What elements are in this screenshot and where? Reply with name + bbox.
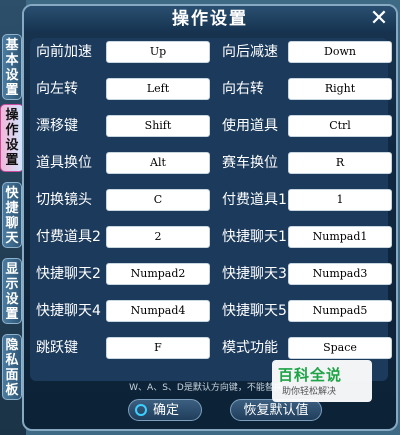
action-label: 向前加速 xyxy=(36,44,92,60)
key-field[interactable]: Numpad4 xyxy=(106,300,210,322)
tab-label: 基本设置 xyxy=(5,38,19,98)
action-label: 快捷聊天5 xyxy=(222,303,287,319)
action-label: 向后减速 xyxy=(222,44,278,60)
ok-button-label: 确定 xyxy=(153,403,180,418)
ring-icon xyxy=(135,404,147,416)
keybinding-row: 向左转 Left 向右转 Right xyxy=(30,75,392,103)
tab-label: 操作设置 xyxy=(5,108,19,168)
action-label: 快捷聊天1 xyxy=(222,229,287,245)
tab-label: 隐私面板 xyxy=(5,338,19,398)
key-field[interactable]: Up xyxy=(106,41,210,63)
key-field[interactable]: Down xyxy=(288,41,392,63)
tab-quick-chat[interactable]: 快捷聊天 xyxy=(2,182,22,248)
tab-label: 快捷聊天 xyxy=(5,186,19,246)
key-field[interactable]: F xyxy=(106,337,210,359)
tab-label: 显示设置 xyxy=(5,262,19,322)
key-field[interactable]: Alt xyxy=(106,152,210,174)
key-field[interactable]: 2 xyxy=(106,226,210,248)
keybinding-row: 快捷聊天2 Numpad2 快捷聊天3 Numpad3 xyxy=(30,260,392,288)
action-label: 使用道具 xyxy=(222,118,278,134)
key-field[interactable]: 1 xyxy=(288,189,392,211)
action-label: 付费道具1 xyxy=(222,192,287,208)
action-label: 快捷聊天4 xyxy=(36,303,101,319)
close-icon[interactable]: ✕ xyxy=(368,8,390,30)
dialog-titlebar: 操作设置 xyxy=(24,6,396,32)
action-label: 切换镜头 xyxy=(36,192,92,208)
action-label: 模式功能 xyxy=(222,340,278,356)
ok-button[interactable]: 确定 xyxy=(128,399,202,421)
watermark: 百科全说 助你轻松解决 xyxy=(272,360,372,402)
tab-control-settings[interactable]: 操作设置 xyxy=(0,104,24,172)
key-field[interactable]: Ctrl xyxy=(288,115,392,137)
watermark-title: 百科全说 xyxy=(278,366,343,384)
action-label: 快捷聊天3 xyxy=(222,266,287,282)
key-field[interactable]: Numpad3 xyxy=(288,263,392,285)
keybinding-row: 漂移键 Shift 使用道具 Ctrl xyxy=(30,112,392,140)
key-field[interactable]: Numpad5 xyxy=(288,300,392,322)
key-field[interactable]: Shift xyxy=(106,115,210,137)
key-field[interactable]: R xyxy=(288,152,392,174)
keybinding-row: 道具换位 Alt 赛车换位 R xyxy=(30,149,392,177)
tab-basic-settings[interactable]: 基本设置 xyxy=(2,34,22,100)
action-label: 付费道具2 xyxy=(36,229,101,245)
key-field[interactable]: Numpad1 xyxy=(288,226,392,248)
keybinding-row: 快捷聊天4 Numpad4 快捷聊天5 Numpad5 xyxy=(30,297,392,325)
tab-display-settings[interactable]: 显示设置 xyxy=(2,258,22,324)
key-field[interactable]: Space xyxy=(288,337,392,359)
action-label: 跳跃键 xyxy=(36,340,78,356)
action-label: 漂移键 xyxy=(36,118,78,134)
keybinding-row: 付费道具2 2 快捷聊天1 Numpad1 xyxy=(30,223,392,251)
action-label: 道具换位 xyxy=(36,155,92,171)
key-field[interactable]: C xyxy=(106,189,210,211)
action-label: 向右转 xyxy=(222,81,264,97)
keybinding-row: 跳跃键 F 模式功能 Space xyxy=(30,334,392,362)
keybinding-row: 切换镜头 C 付费道具1 1 xyxy=(30,186,392,214)
keybinding-row: 向前加速 Up 向后减速 Down xyxy=(30,38,392,66)
action-label: 赛车换位 xyxy=(222,155,278,171)
action-label: 向左转 xyxy=(36,81,78,97)
reset-button-label: 恢复默认值 xyxy=(243,403,309,418)
dialog-title: 操作设置 xyxy=(172,9,248,29)
tab-privacy-panel[interactable]: 隐私面板 xyxy=(2,334,22,400)
key-field[interactable]: Right xyxy=(288,78,392,100)
key-field[interactable]: Numpad2 xyxy=(106,263,210,285)
reset-defaults-button[interactable]: 恢复默认值 xyxy=(230,399,322,421)
key-field[interactable]: Left xyxy=(106,78,210,100)
keybinding-list: 向前加速 Up 向后减速 Down 向左转 Left 向右转 Right 漂移键… xyxy=(30,38,392,381)
watermark-subtitle: 助你轻松解决 xyxy=(282,387,337,397)
action-label: 快捷聊天2 xyxy=(36,266,101,282)
